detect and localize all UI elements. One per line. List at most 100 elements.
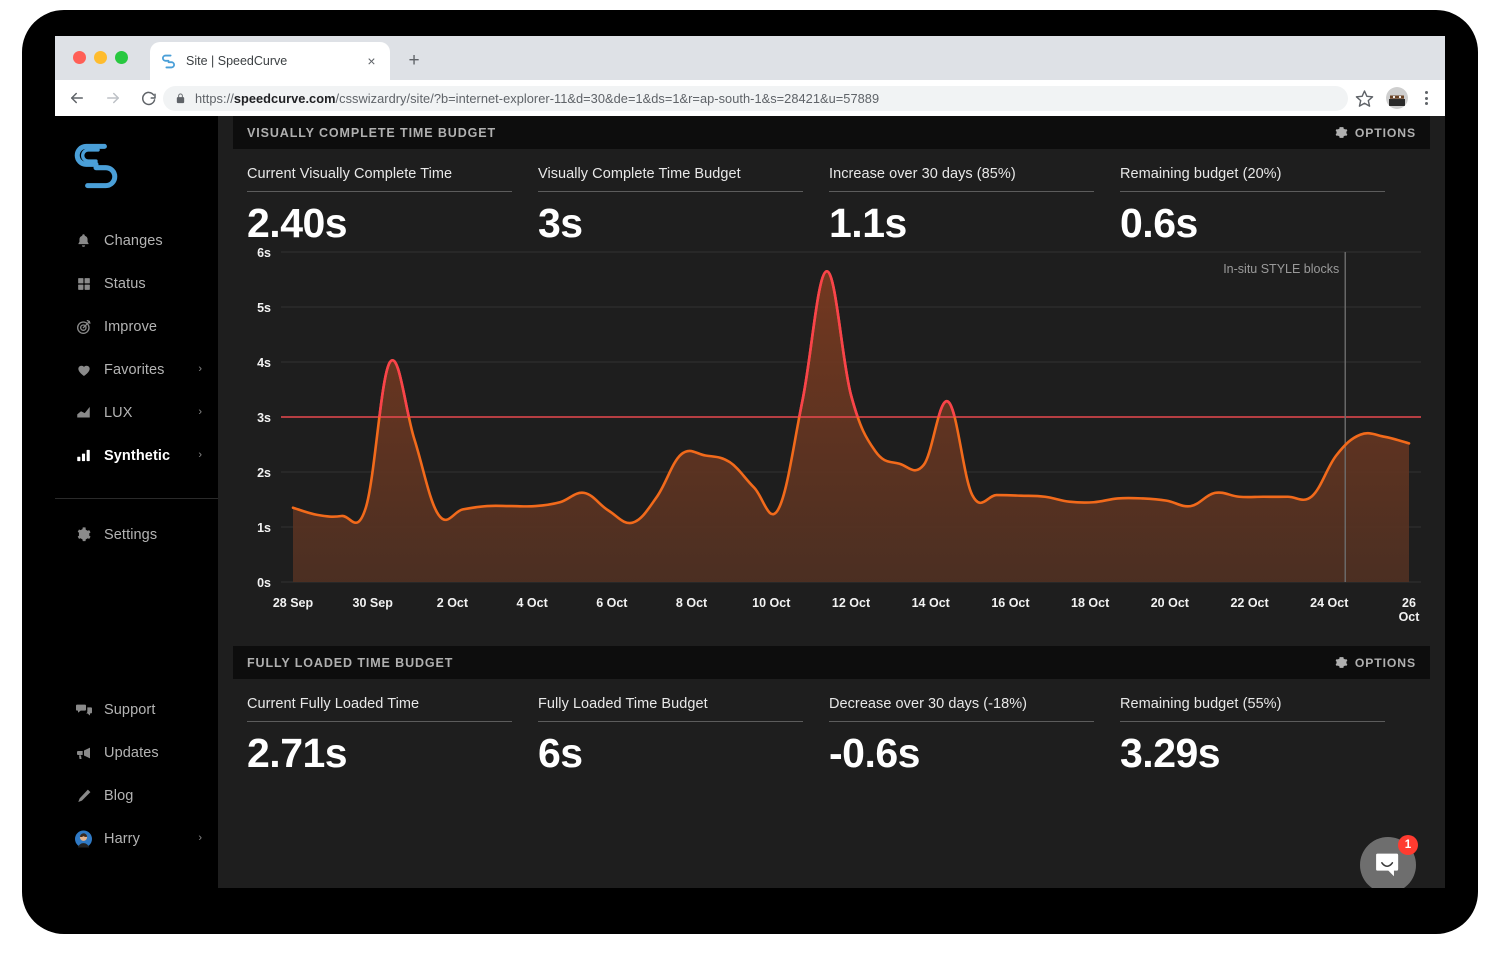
chat-icon xyxy=(75,701,92,718)
sidebar-item-label: LUX xyxy=(104,404,133,421)
sidebar-item-label: Favorites xyxy=(104,361,165,378)
profile-avatar[interactable] xyxy=(1386,87,1408,109)
sidebar-item-changes[interactable]: Changes xyxy=(55,219,218,262)
visually-complete-chart[interactable]: 6s 5s 4s 3s 2s 1s 0s In-situ STYLE block… xyxy=(233,244,1430,636)
area-chart-icon xyxy=(75,404,92,421)
kpi-label: Current Fully Loaded Time xyxy=(247,696,420,712)
sidebar-item-label: Updates xyxy=(104,744,159,761)
sidebar-settings-nav: Settings xyxy=(55,513,218,556)
kpi-label: Remaining budget (55%) xyxy=(1120,696,1282,712)
device-frame: Site | SpeedCurve × + https://speedcurve… xyxy=(22,10,1478,934)
panel-visually-complete: VISUALLY COMPLETE TIME BUDGET OPTIONS Cu… xyxy=(233,116,1430,636)
sidebar-item-harry[interactable]: Harry › xyxy=(55,817,218,860)
grid-icon xyxy=(75,275,92,292)
sidebar-item-status[interactable]: Status xyxy=(55,262,218,305)
y-axis-tick: 1s xyxy=(257,521,271,535)
kpi-remaining-budget: Remaining budget (20%) 0.6s xyxy=(1120,166,1411,244)
kpi-rule xyxy=(247,191,512,192)
x-axis-tick: 12 Oct xyxy=(831,596,871,610)
kpi-increase-over-30-days: Increase over 30 days (85%) 1.1s xyxy=(829,166,1120,244)
kpi-rule xyxy=(247,721,512,722)
sidebar-item-label: Changes xyxy=(104,232,163,249)
x-axis-tick: 10 Oct xyxy=(752,596,791,610)
panel-options-label: OPTIONS xyxy=(1354,655,1416,670)
main-content: VISUALLY COMPLETE TIME BUDGET OPTIONS Cu… xyxy=(218,116,1445,888)
y-axis-tick: 3s xyxy=(257,411,271,425)
kpi-label: Current Visually Complete Time xyxy=(247,166,453,182)
kpi-value: 2.71s xyxy=(247,730,348,776)
sidebar-item-blog[interactable]: Blog xyxy=(55,774,218,817)
minimize-window-button[interactable] xyxy=(94,51,107,64)
reload-button[interactable] xyxy=(135,84,163,112)
kpi-value: 6s xyxy=(538,730,583,776)
panel-options-button[interactable]: OPTIONS xyxy=(1335,656,1416,670)
kpi-rule xyxy=(1120,191,1385,192)
x-axis-tick: 18 Oct xyxy=(1071,596,1110,610)
heart-icon xyxy=(75,361,92,378)
kpi-label: Visually Complete Time Budget xyxy=(538,166,741,182)
chart-annotation-label: In-situ STYLE blocks xyxy=(1223,262,1340,276)
close-tab-button[interactable]: × xyxy=(363,53,380,70)
sidebar-item-updates[interactable]: Updates xyxy=(55,731,218,774)
x-axis-tick: 28 Sep xyxy=(272,596,314,610)
sidebar-item-label: Blog xyxy=(104,787,134,804)
sidebar-main-nav: Changes Status Improve Favorites › LUX ›… xyxy=(55,219,218,477)
bookmark-star-icon[interactable] xyxy=(1355,89,1375,109)
gear-icon xyxy=(1335,127,1348,138)
chevron-right-icon: › xyxy=(198,406,202,418)
gear-icon xyxy=(75,526,92,543)
y-axis-tick: 6s xyxy=(257,246,271,260)
back-button[interactable] xyxy=(63,84,91,112)
sidebar-item-settings[interactable]: Settings xyxy=(55,513,218,556)
sidebar-item-synthetic[interactable]: Synthetic › xyxy=(55,434,218,477)
x-axis-tick: 26 Oct xyxy=(1398,596,1420,624)
kpi-rule xyxy=(829,721,1094,722)
megaphone-icon xyxy=(75,744,92,761)
browser-tab-title: Site | SpeedCurve xyxy=(186,54,288,68)
chevron-right-icon: › xyxy=(198,449,202,461)
sidebar-item-label: Synthetic xyxy=(104,447,171,464)
sidebar-item-lux[interactable]: LUX › xyxy=(55,391,218,434)
sidebar-item-support[interactable]: Support xyxy=(55,688,218,731)
new-tab-button[interactable]: + xyxy=(403,50,425,72)
sidebar-item-label: Support xyxy=(104,701,156,718)
y-axis-tick: 0s xyxy=(257,576,271,590)
intercom-launcher[interactable]: 1 xyxy=(1360,835,1418,888)
address-bar[interactable]: https://speedcurve.com/csswizardry/site/… xyxy=(163,86,1348,111)
maximize-window-button[interactable] xyxy=(115,51,128,64)
browser-menu-icon[interactable] xyxy=(1417,88,1435,108)
kpi-decrease-over-30-days: Decrease over 30 days (-18%) -0.6s xyxy=(829,696,1120,774)
y-axis-tick: 4s xyxy=(257,356,271,370)
chevron-right-icon: › xyxy=(198,363,202,375)
user-avatar xyxy=(75,830,92,847)
kpi-rule xyxy=(829,191,1094,192)
x-axis-tick: 20 Oct xyxy=(1150,596,1189,610)
x-axis-tick: 30 Sep xyxy=(352,596,393,610)
sidebar-item-favorites[interactable]: Favorites › xyxy=(55,348,218,391)
browser-toolbar: https://speedcurve.com/csswizardry/site/… xyxy=(55,80,1445,116)
kpi-visually-complete-time-budget: Visually Complete Time Budget 3s xyxy=(538,166,829,244)
sidebar-item-label: Status xyxy=(104,275,146,292)
bell-icon xyxy=(75,232,92,249)
kpi-label: Fully Loaded Time Budget xyxy=(538,696,708,712)
speedcurve-logo[interactable] xyxy=(68,138,124,194)
forward-button[interactable] xyxy=(99,84,127,112)
sidebar-item-improve[interactable]: Improve xyxy=(55,305,218,348)
panel-title: VISUALLY COMPLETE TIME BUDGET xyxy=(247,125,497,140)
x-axis-tick: 16 Oct xyxy=(991,596,1030,610)
browser-tab[interactable]: Site | SpeedCurve × xyxy=(150,42,390,80)
target-icon xyxy=(75,318,92,335)
sidebar-divider xyxy=(55,498,218,499)
kpi-value: 2.40s xyxy=(247,200,348,246)
close-window-button[interactable] xyxy=(73,51,86,64)
lock-icon xyxy=(176,93,185,104)
kpi-row: Current Visually Complete Time 2.40s Vis… xyxy=(233,149,1430,244)
kpi-label: Decrease over 30 days (-18%) xyxy=(829,696,1028,712)
chevron-right-icon: › xyxy=(198,832,202,844)
pencil-icon xyxy=(75,787,92,804)
panel-options-button[interactable]: OPTIONS xyxy=(1335,126,1416,140)
panel-header: FULLY LOADED TIME BUDGET OPTIONS xyxy=(233,646,1430,679)
x-axis-tick: 14 Oct xyxy=(911,596,950,610)
kpi-current-fully-loaded-time: Current Fully Loaded Time 2.71s xyxy=(247,696,538,774)
panel-title: FULLY LOADED TIME BUDGET xyxy=(247,655,454,670)
